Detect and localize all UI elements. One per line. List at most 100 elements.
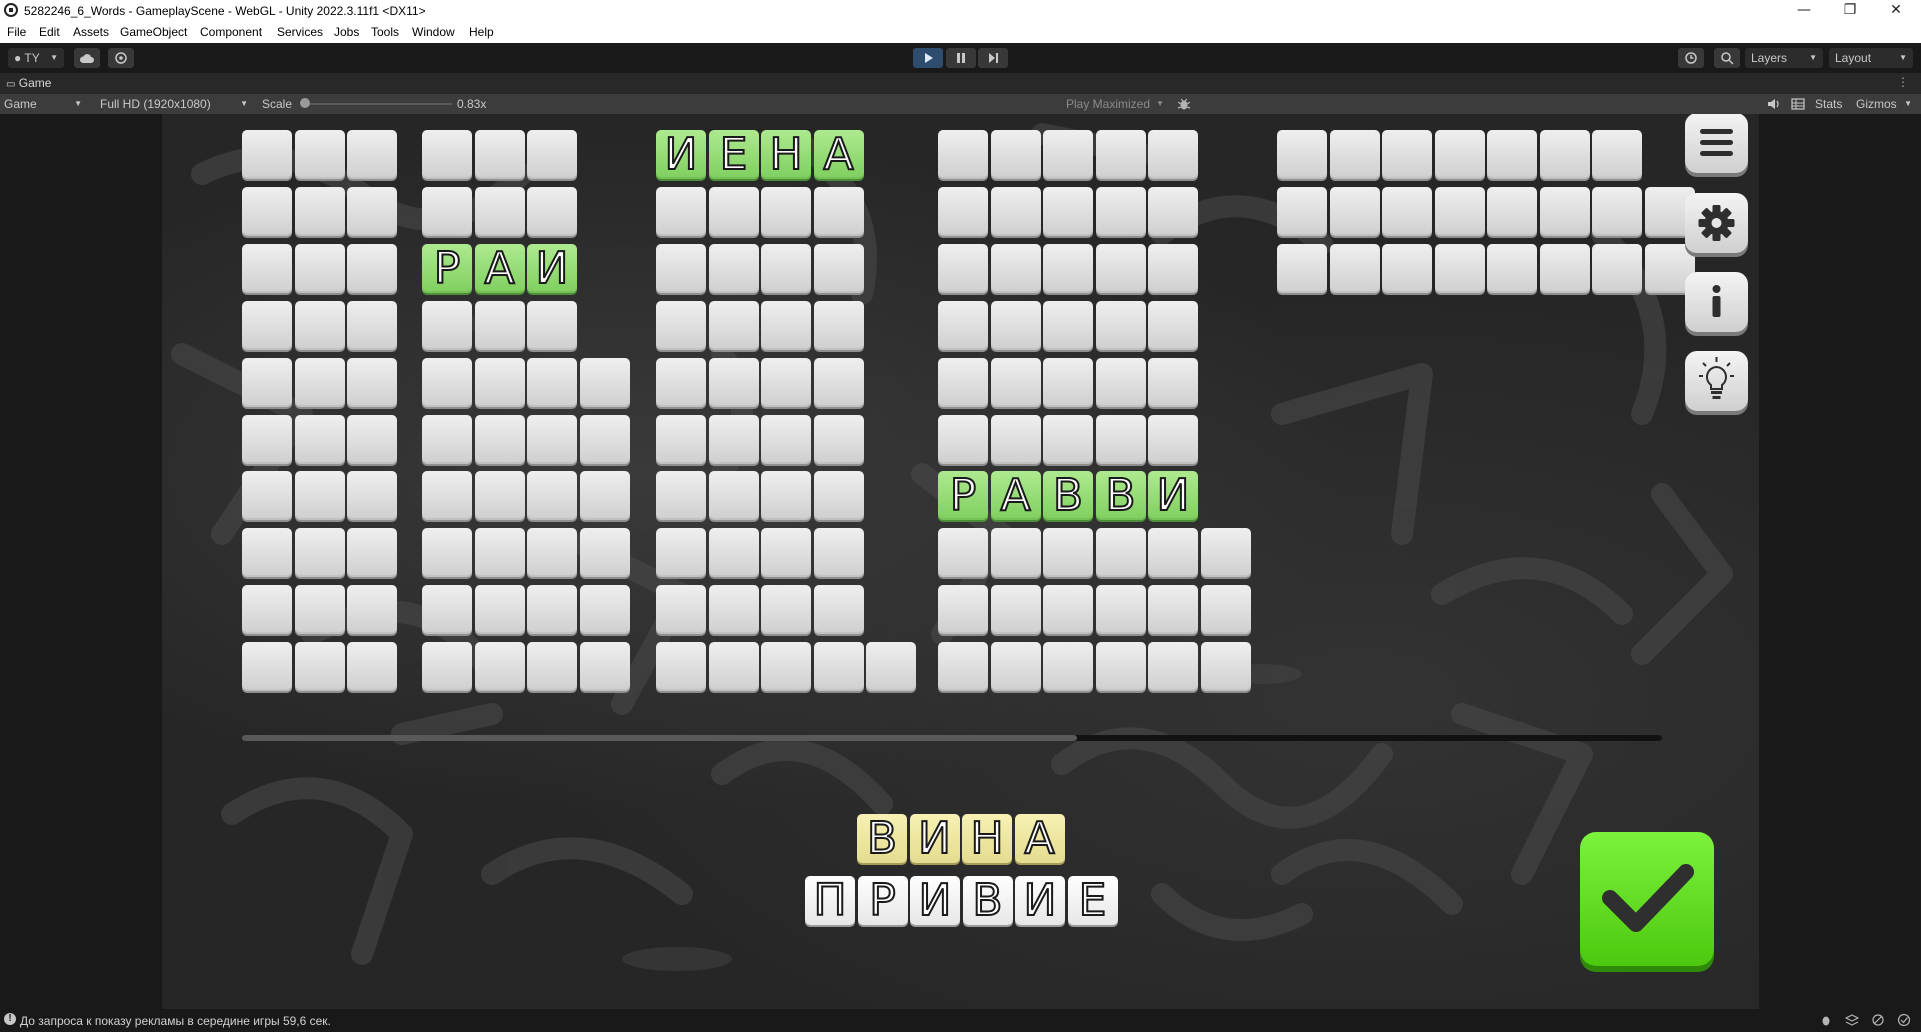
chevron-down-icon: ▼: [1809, 53, 1817, 62]
letter-pool-tile[interactable]: П: [805, 875, 855, 926]
letter-tile: [527, 471, 577, 521]
letter-tile: А: [813, 129, 864, 180]
pause-button[interactable]: [946, 48, 976, 68]
menu-edit[interactable]: Edit: [39, 25, 60, 39]
confirm-button[interactable]: [1580, 832, 1714, 966]
menu-assets[interactable]: Assets: [73, 25, 109, 39]
menu-help[interactable]: Help: [469, 25, 494, 39]
letter-pool-tile[interactable]: Р: [857, 875, 908, 926]
account-dropdown[interactable]: ● TY ▼: [8, 48, 64, 68]
letter-tile: [1382, 243, 1432, 293]
play-button[interactable]: [913, 48, 943, 68]
letter-tile: [1043, 300, 1093, 350]
menu-jobs[interactable]: Jobs: [334, 25, 359, 39]
tab-game[interactable]: ▭ Game: [6, 76, 51, 90]
letter-tile: [422, 300, 472, 350]
letter-tile: [1043, 243, 1093, 293]
letter-tile: [1382, 130, 1432, 179]
search-button[interactable]: [1714, 48, 1740, 68]
bug-icon[interactable]: [1177, 97, 1191, 111]
letter-tile: [708, 243, 759, 293]
letter-tile: [990, 130, 1041, 179]
letter-tile: [1434, 186, 1485, 236]
current-word-tile: В: [857, 813, 907, 864]
status-message[interactable]: До запроса к показу рекламы в середине и…: [20, 1014, 331, 1028]
menu-button[interactable]: [1685, 114, 1748, 173]
menu-component[interactable]: Component: [200, 25, 262, 39]
letter-tile: [347, 130, 397, 179]
tile-letter: Р: [949, 470, 978, 522]
resolution-dropdown[interactable]: Full HD (1920x1080) ▼: [96, 95, 254, 113]
menu-tools[interactable]: Tools: [371, 25, 399, 39]
network-status-icon[interactable]: [1871, 1013, 1885, 1027]
menu-gameobject[interactable]: GameObject: [120, 25, 187, 39]
hint-button[interactable]: [1685, 351, 1748, 411]
grid-view-icon[interactable]: [1791, 97, 1805, 111]
letter-tile: [1277, 186, 1327, 236]
scale-value: 0.83x: [457, 97, 487, 111]
maximize-button[interactable]: ❐: [1827, 0, 1873, 22]
current-word-tile: И: [909, 813, 960, 864]
letter-pool-tile[interactable]: И: [910, 875, 960, 926]
step-button[interactable]: [978, 48, 1008, 68]
collab-button[interactable]: [108, 48, 134, 68]
letter-tile: [1095, 130, 1146, 179]
gizmos-dropdown[interactable]: Gizmos ▼: [1852, 95, 1918, 113]
letter-tile: [813, 186, 864, 236]
cloud-button[interactable]: [74, 48, 100, 68]
bug-status-icon[interactable]: [1819, 1013, 1833, 1027]
step-icon: [989, 53, 998, 63]
menu-services[interactable]: Services: [277, 25, 323, 39]
window-title: 5282246_6_Words - GameplayScene - WebGL …: [24, 4, 426, 18]
letter-tile: [242, 243, 292, 293]
layers-dropdown[interactable]: Layers ▼: [1745, 48, 1823, 68]
letter-tile: [813, 300, 864, 350]
letter-tile: [1277, 130, 1327, 179]
letter-tile: [990, 528, 1041, 578]
letter-tile: [1434, 243, 1485, 293]
display-dropdown[interactable]: Game ▼: [0, 95, 88, 113]
letter-tile: [347, 471, 397, 521]
letter-tile: [813, 414, 864, 464]
letter-pool-tile[interactable]: Е: [1067, 875, 1118, 926]
letter-tile: [656, 585, 706, 635]
play-mode-dropdown[interactable]: Play Maximized ▼: [1062, 95, 1170, 113]
letter-tile: [579, 585, 630, 635]
layers-status-icon[interactable]: [1845, 1013, 1859, 1027]
search-icon: [1721, 52, 1734, 65]
letter-tile: [294, 528, 345, 578]
letter-tile: Н: [761, 129, 811, 180]
letter-tile: [1148, 528, 1198, 578]
letter-tile: [579, 642, 630, 692]
close-button[interactable]: ✕: [1873, 0, 1919, 22]
letter-tile: [242, 186, 292, 236]
scale-slider-track[interactable]: [302, 103, 452, 105]
letter-tile: В: [1095, 470, 1146, 521]
menu-window[interactable]: Window: [412, 25, 455, 39]
info-button[interactable]: [1685, 272, 1748, 332]
letter-tile: [938, 300, 988, 350]
game-view[interactable]: РАИИЕНАРАВВИ ВИНА ПРИВИЕ: [162, 114, 1759, 1009]
check-status-icon[interactable]: [1897, 1013, 1911, 1027]
letter-tile: [474, 414, 525, 464]
board-scrollbar-thumb[interactable]: [242, 735, 1077, 741]
letter-pool-tile[interactable]: И: [1015, 875, 1065, 926]
layout-dropdown[interactable]: Layout ▼: [1829, 48, 1913, 68]
letter-tile: [938, 130, 988, 179]
letter-pool-tile[interactable]: В: [962, 875, 1013, 926]
account-icon: ●: [14, 51, 22, 65]
scale-slider-handle[interactable]: [300, 98, 310, 108]
audio-icon[interactable]: [1766, 97, 1780, 111]
minimize-button[interactable]: —: [1781, 0, 1827, 22]
history-button[interactable]: [1678, 48, 1704, 68]
info-icon: [1712, 285, 1721, 317]
letter-tile: [294, 642, 345, 692]
letter-tile: [347, 414, 397, 464]
tile-letter: И: [535, 242, 570, 294]
menu-file[interactable]: File: [7, 25, 26, 39]
letter-tile: [656, 642, 706, 692]
stats-toggle[interactable]: Stats: [1815, 97, 1842, 111]
settings-button[interactable]: [1685, 193, 1748, 253]
tab-menu-icon[interactable]: ⋮: [1897, 75, 1909, 89]
letter-tile: [579, 357, 630, 407]
